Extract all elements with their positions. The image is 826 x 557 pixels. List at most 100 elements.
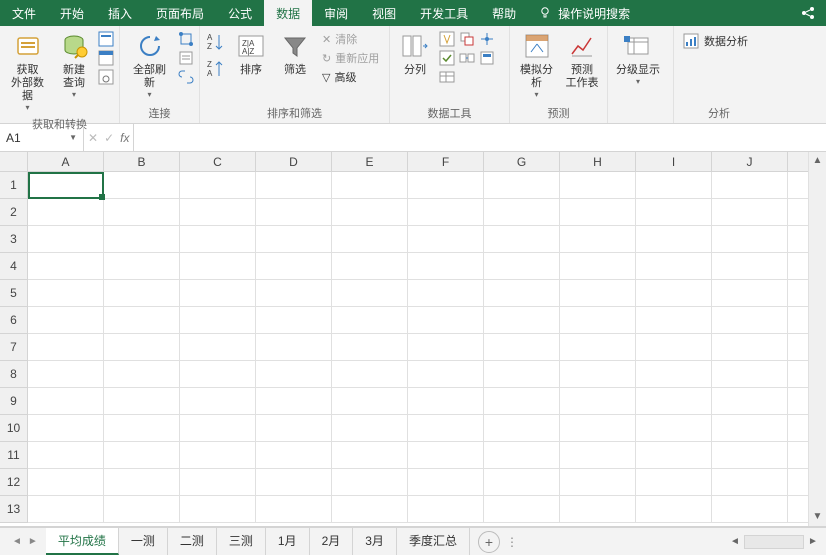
cell[interactable] (636, 199, 712, 225)
flash-fill-button[interactable] (438, 30, 456, 48)
cell[interactable] (712, 361, 788, 387)
cell[interactable] (560, 199, 636, 225)
menu-insert[interactable]: 插入 (96, 0, 144, 26)
data-analysis-button[interactable]: 数据分析 (678, 28, 752, 51)
cell[interactable] (256, 388, 332, 414)
column-header[interactable]: H (560, 152, 636, 171)
cell[interactable] (104, 199, 180, 225)
data-model-button[interactable] (478, 49, 496, 67)
cell[interactable] (484, 334, 560, 360)
cell[interactable] (256, 415, 332, 441)
row-header[interactable]: 12 (0, 469, 27, 496)
menu-formulas[interactable]: 公式 (216, 0, 264, 26)
sheet-tab[interactable]: 3月 (353, 528, 397, 555)
scroll-right-button[interactable]: ► (804, 536, 822, 547)
cell[interactable] (636, 496, 712, 522)
cell[interactable] (560, 415, 636, 441)
cell[interactable] (332, 469, 408, 495)
cell[interactable] (636, 442, 712, 468)
cell[interactable] (408, 388, 484, 414)
cell[interactable] (332, 361, 408, 387)
cell[interactable] (636, 388, 712, 414)
enter-formula-button[interactable]: ✓ (104, 131, 114, 145)
cell[interactable] (484, 442, 560, 468)
cell[interactable] (560, 172, 636, 198)
column-header[interactable]: E (332, 152, 408, 171)
horizontal-scrollbar[interactable]: ◄ ► (726, 535, 822, 549)
new-query-button[interactable]: 新建 查询 ▾ (53, 28, 95, 101)
cell[interactable] (180, 361, 256, 387)
column-header[interactable]: I (636, 152, 712, 171)
cell[interactable] (104, 469, 180, 495)
forecast-sheet-button[interactable]: 预测 工作表 (561, 28, 603, 92)
cell[interactable] (180, 226, 256, 252)
cell[interactable] (712, 199, 788, 225)
fx-button[interactable]: fx (120, 131, 129, 145)
sheet-tab[interactable]: 三测 (217, 528, 266, 555)
cell[interactable] (712, 442, 788, 468)
scroll-left-button[interactable]: ◄ (726, 536, 744, 547)
cell[interactable] (28, 334, 104, 360)
cell[interactable] (408, 442, 484, 468)
sheet-tab[interactable]: 一测 (119, 528, 168, 555)
vertical-scrollbar[interactable]: ▲ ▼ (808, 152, 826, 526)
cell[interactable] (712, 334, 788, 360)
cell[interactable] (484, 199, 560, 225)
menu-data[interactable]: 数据 (264, 0, 312, 26)
cell[interactable] (104, 361, 180, 387)
cell[interactable] (712, 388, 788, 414)
cell[interactable] (104, 253, 180, 279)
cell[interactable] (712, 172, 788, 198)
cell[interactable] (256, 307, 332, 333)
remove-duplicates-button[interactable] (458, 30, 476, 48)
cell[interactable] (104, 280, 180, 306)
cell[interactable] (408, 199, 484, 225)
cell[interactable] (332, 253, 408, 279)
cell[interactable] (484, 226, 560, 252)
cell[interactable] (256, 172, 332, 198)
cells-area[interactable] (28, 172, 808, 526)
sheet-tab[interactable]: 平均成绩 (46, 528, 119, 555)
cell[interactable] (484, 361, 560, 387)
cell[interactable] (560, 226, 636, 252)
row-header[interactable]: 6 (0, 307, 27, 334)
cell[interactable] (636, 280, 712, 306)
cell[interactable] (104, 415, 180, 441)
row-header[interactable]: 1 (0, 172, 27, 199)
row-header[interactable]: 4 (0, 253, 27, 280)
sort-za-button[interactable]: ZA (204, 57, 228, 81)
cell[interactable] (712, 415, 788, 441)
row-header[interactable]: 10 (0, 415, 27, 442)
cell[interactable] (104, 334, 180, 360)
sheet-tab[interactable]: 二测 (168, 528, 217, 555)
column-header[interactable]: F (408, 152, 484, 171)
cell[interactable] (28, 442, 104, 468)
cell[interactable] (28, 253, 104, 279)
cell[interactable] (408, 469, 484, 495)
cell[interactable] (332, 496, 408, 522)
cell[interactable] (332, 307, 408, 333)
advanced-filter-button[interactable]: ▽高级 (318, 68, 383, 86)
column-header[interactable]: B (104, 152, 180, 171)
show-queries-button[interactable] (97, 30, 115, 48)
share-button[interactable] (790, 0, 826, 26)
get-external-data-button[interactable]: 获取 外部数据 ▾ (4, 28, 51, 114)
cell[interactable] (484, 388, 560, 414)
cell[interactable] (28, 496, 104, 522)
cell[interactable] (332, 172, 408, 198)
cell[interactable] (712, 469, 788, 495)
cell[interactable] (256, 496, 332, 522)
tab-more-button[interactable]: ⋮ (506, 535, 518, 549)
column-header[interactable]: D (256, 152, 332, 171)
cell[interactable] (104, 496, 180, 522)
reapply-button[interactable]: ↻重新应用 (318, 49, 383, 67)
cell[interactable] (332, 388, 408, 414)
cell[interactable] (180, 388, 256, 414)
cell[interactable] (484, 469, 560, 495)
cell[interactable] (256, 199, 332, 225)
sort-az-button[interactable]: AZ (204, 30, 228, 54)
refresh-all-button[interactable]: 全部刷新 ▾ (124, 28, 175, 101)
cell[interactable] (408, 361, 484, 387)
cell[interactable] (408, 172, 484, 198)
column-header[interactable]: A (28, 152, 104, 171)
